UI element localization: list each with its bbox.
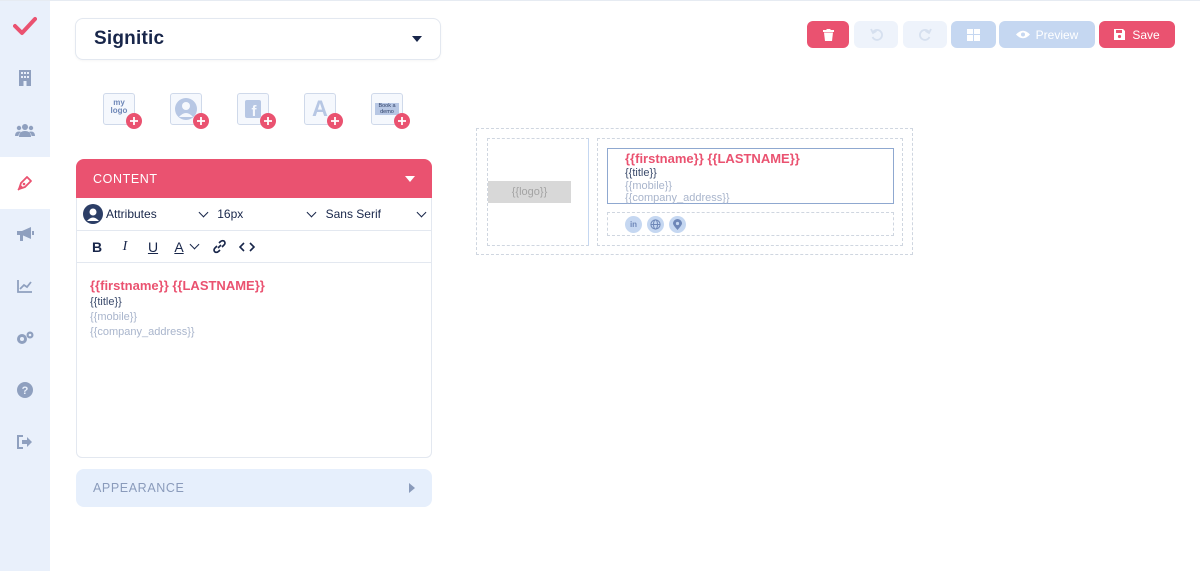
chevron-down-icon [306, 207, 317, 217]
chevron-down-icon [189, 239, 200, 250]
font-family-dropdown[interactable]: Sans Serif [325, 207, 427, 221]
content-panel-title: CONTENT [93, 171, 158, 186]
preview-mobile-line: {{mobile}} [625, 179, 673, 192]
delete-button[interactable] [807, 21, 849, 48]
underline-button[interactable]: U [139, 235, 167, 259]
sidebar-item-signatures[interactable] [0, 157, 50, 209]
preview-address-line: {{company_address}} [625, 192, 730, 204]
preview-label: Preview [1035, 27, 1079, 42]
save-button[interactable]: Save [1099, 21, 1175, 48]
palette-item-social[interactable]: f [237, 91, 276, 129]
chart-icon [17, 280, 32, 293]
sidebar-item-logout[interactable] [0, 417, 50, 467]
editor-toolbar-top: Attributes 16px Sans Serif [77, 198, 431, 231]
link-icon [212, 239, 226, 254]
building-icon [19, 70, 31, 86]
preview-logo-placeholder[interactable]: {{logo}} [488, 181, 571, 203]
company-select[interactable]: Signitic [75, 18, 441, 60]
floppy-icon [1114, 29, 1126, 40]
font-family-value: Sans Serif [325, 207, 381, 221]
redo-button[interactable] [903, 21, 947, 48]
move-plus-icon [394, 113, 410, 129]
content-panel-header[interactable]: CONTENT [76, 159, 432, 198]
palette-item-banner[interactable]: Book a demo [371, 91, 410, 129]
editor-title-line: {{title}} [90, 296, 122, 308]
attributes-label: Attributes [106, 207, 157, 221]
palette-item-text[interactable]: A [304, 91, 343, 129]
sidebar-item-campaigns[interactable] [0, 209, 50, 259]
italic-button[interactable]: I [111, 235, 139, 259]
chevron-down-icon [412, 36, 422, 42]
preview-social-block[interactable]: in [607, 212, 894, 236]
editor-toolbar-format: B I U A [77, 231, 431, 263]
code-icon [239, 241, 255, 252]
preview-text-block[interactable]: {{firstname}} {{LASTNAME}} {{title}} {{m… [607, 148, 894, 204]
move-plus-icon [327, 113, 343, 129]
location-pin-icon [669, 215, 686, 233]
undo-icon [869, 28, 883, 41]
move-plus-icon [126, 113, 142, 129]
sidebar-item-help[interactable]: ? [0, 365, 50, 415]
sidebar-item-users[interactable] [0, 105, 50, 155]
svg-text:?: ? [22, 385, 29, 397]
users-icon [15, 124, 35, 137]
link-button[interactable] [205, 235, 233, 259]
appearance-panel-title: APPEARANCE [93, 481, 185, 495]
logout-icon [17, 435, 32, 449]
undo-button[interactable] [854, 21, 898, 48]
grid-layout-icon [967, 28, 980, 41]
bold-button[interactable]: B [83, 235, 111, 259]
sidebar-item-company[interactable] [0, 53, 50, 103]
editor-name-line: {{firstname}} {{LASTNAME}} [90, 278, 265, 293]
sidebar-item-analytics[interactable] [0, 261, 50, 311]
move-plus-icon [260, 113, 276, 129]
palette-item-logo[interactable]: my logo [103, 91, 142, 129]
layout-button[interactable] [951, 21, 996, 48]
preview-logo-column[interactable]: {{logo}} [487, 138, 589, 246]
globe-icon [647, 215, 664, 233]
editor-text-area[interactable]: {{firstname}} {{LASTNAME}} {{title}} {{m… [77, 263, 431, 354]
chevron-down-icon [198, 207, 209, 217]
element-palette: my logo f A Book a demo [103, 91, 413, 131]
content-editor: Attributes 16px Sans Serif B I U A {{fir… [76, 198, 432, 458]
caret-down-icon [405, 175, 415, 182]
save-label: Save [1132, 27, 1160, 42]
sidebar: ? [0, 1, 50, 571]
chevron-down-icon [416, 207, 427, 217]
cogs-icon [17, 331, 34, 344]
font-size-value: 16px [217, 207, 244, 221]
code-button[interactable] [233, 235, 261, 259]
palette-item-avatar[interactable] [170, 91, 209, 129]
check-logo-icon [13, 17, 37, 35]
user-circle-icon [83, 204, 103, 224]
preview-title-line: {{title}} [625, 167, 657, 179]
text-color-label: A [174, 238, 184, 255]
editor-address-line: {{company_address}} [90, 326, 195, 338]
sidebar-item-settings[interactable] [0, 313, 50, 363]
editor-mobile-line: {{mobile}} [90, 311, 138, 323]
redo-icon [918, 28, 932, 41]
preview-text-column[interactable]: {{firstname}} {{LASTNAME}} {{title}} {{m… [597, 138, 903, 246]
company-name: Signitic [94, 28, 165, 49]
appearance-panel-header[interactable]: APPEARANCE [76, 469, 432, 507]
preview-name-line: {{firstname}} {{LASTNAME}} [625, 151, 800, 166]
attributes-dropdown[interactable]: Attributes [83, 204, 209, 224]
trash-icon [822, 28, 834, 41]
move-plus-icon [193, 113, 209, 129]
pen-icon [17, 176, 32, 191]
sidebar-item-home[interactable] [0, 1, 50, 51]
preview-button[interactable]: Preview [999, 21, 1095, 48]
linkedin-icon: in [625, 215, 642, 233]
text-color-button[interactable]: A [167, 235, 205, 259]
signature-preview: {{logo}} {{firstname}} {{LASTNAME}} {{ti… [476, 128, 913, 255]
eye-icon [1015, 30, 1030, 39]
font-size-dropdown[interactable]: 16px [217, 207, 317, 221]
help-icon: ? [17, 382, 33, 398]
caret-right-icon [409, 483, 415, 493]
megaphone-icon [17, 227, 34, 241]
